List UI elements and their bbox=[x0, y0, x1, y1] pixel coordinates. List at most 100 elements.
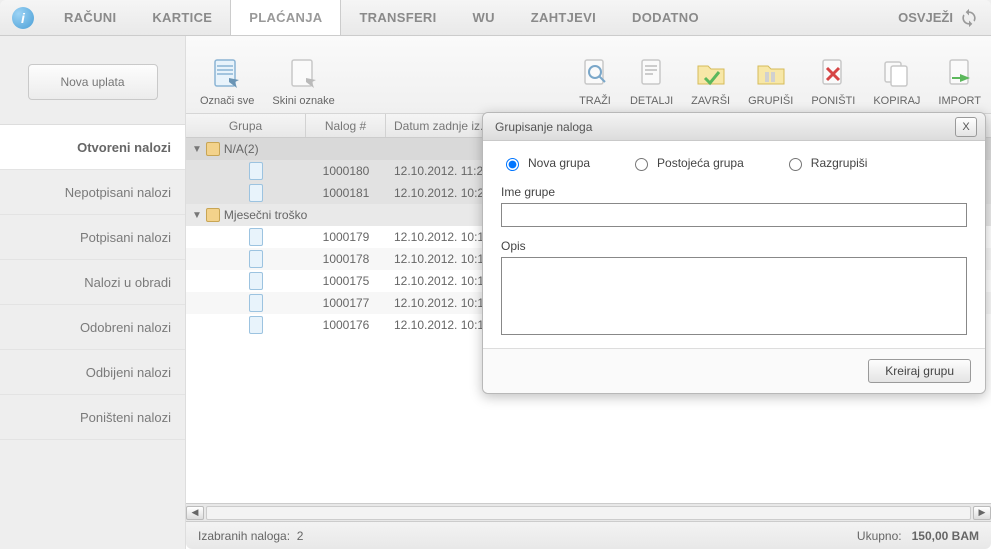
import-button[interactable]: IMPORT bbox=[938, 57, 981, 107]
copy-label: KOPIRAJ bbox=[873, 95, 920, 107]
nav-tabs: RAČUNI KARTICE PLAĆANJA TRANSFERI WU ZAH… bbox=[46, 0, 886, 35]
scroll-right-icon[interactable]: ▶ bbox=[973, 506, 991, 520]
nav-tab-placanja[interactable]: PLAĆANJA bbox=[230, 0, 341, 35]
finish-label: ZAVRŠI bbox=[691, 95, 730, 107]
create-group-button[interactable]: Kreiraj grupu bbox=[868, 359, 971, 383]
details-label: DETALJI bbox=[630, 95, 673, 107]
details-button[interactable]: DETALJI bbox=[630, 57, 673, 107]
sidebar-item-ponisteni[interactable]: Poništeni nalozi bbox=[0, 395, 185, 440]
radio-ungroup-label: Razgrupiši bbox=[811, 156, 868, 170]
deselect-label: Skini oznake bbox=[272, 95, 334, 107]
page-icon bbox=[249, 250, 263, 268]
radio-existing-group[interactable]: Postojeća grupa bbox=[630, 155, 744, 171]
top-nav: i RAČUNI KARTICE PLAĆANJA TRANSFERI WU Z… bbox=[0, 0, 991, 36]
details-icon bbox=[635, 57, 669, 91]
cell-order: 1000177 bbox=[306, 292, 386, 314]
nav-tab-wu[interactable]: WU bbox=[455, 0, 513, 35]
col-order[interactable]: Nalog # bbox=[306, 114, 386, 137]
refresh-button[interactable]: OSVJEŽI bbox=[886, 8, 991, 28]
sidebar-item-nepotpisani[interactable]: Nepotpisani nalozi bbox=[0, 170, 185, 215]
page-icon bbox=[249, 228, 263, 246]
refresh-icon bbox=[959, 8, 979, 28]
radio-new-input[interactable] bbox=[506, 158, 519, 171]
sidebar-item-odobreni[interactable]: Odobreni nalozi bbox=[0, 305, 185, 350]
select-all-icon bbox=[210, 57, 244, 91]
group-mode-radios: Nova grupa Postojeća grupa Razgrupiši bbox=[501, 155, 967, 171]
nav-tab-zahtjevi[interactable]: ZAHTJEVI bbox=[513, 0, 614, 35]
search-icon bbox=[578, 57, 612, 91]
cancel-button[interactable]: PONIŠTI bbox=[811, 57, 855, 107]
cell-order: 1000178 bbox=[306, 248, 386, 270]
selected-label: Izabranih naloga: bbox=[198, 529, 290, 543]
group-name: N/A(2) bbox=[224, 142, 259, 156]
group-button[interactable]: GRUPIŠI bbox=[748, 57, 793, 107]
side-menu: Otvoreni nalozi Nepotpisani nalozi Potpi… bbox=[0, 124, 185, 440]
nav-tab-transferi[interactable]: TRANSFERI bbox=[341, 0, 454, 35]
radio-existing-input[interactable] bbox=[635, 158, 648, 171]
collapse-icon: ▼ bbox=[192, 210, 202, 221]
nav-tab-dodatno[interactable]: DODATNO bbox=[614, 0, 717, 35]
horizontal-scrollbar[interactable]: ◀ ▶ bbox=[186, 503, 991, 521]
check-folder-icon bbox=[694, 57, 728, 91]
sidebar-item-potpisani[interactable]: Potpisani nalozi bbox=[0, 215, 185, 260]
group-dialog: Grupisanje naloga X Nova grupa Postojeća… bbox=[482, 112, 986, 394]
refresh-label: OSVJEŽI bbox=[898, 10, 953, 25]
col-group[interactable]: Grupa bbox=[186, 114, 306, 137]
cell-order: 1000175 bbox=[306, 270, 386, 292]
group-name: Mjesečni troško bbox=[224, 208, 307, 222]
radio-new-group[interactable]: Nova grupa bbox=[501, 155, 590, 171]
cell-order: 1000176 bbox=[306, 314, 386, 336]
sidebar-item-otvoreni[interactable]: Otvoreni nalozi bbox=[0, 125, 185, 170]
page-icon bbox=[249, 272, 263, 290]
copy-icon bbox=[880, 57, 914, 91]
package-icon bbox=[206, 208, 220, 222]
radio-ungroup[interactable]: Razgrupiši bbox=[784, 155, 868, 171]
radio-existing-label: Postojeća grupa bbox=[657, 156, 744, 170]
import-label: IMPORT bbox=[938, 95, 981, 107]
main-panel: Označi sve Skini oznake TRAŽI DETALJI bbox=[185, 36, 991, 549]
package-icon bbox=[206, 142, 220, 156]
group-name-input[interactable] bbox=[501, 203, 967, 227]
group-desc-input[interactable] bbox=[501, 257, 967, 335]
select-all-label: Označi sve bbox=[200, 95, 254, 107]
deselect-button[interactable]: Skini oznake bbox=[272, 57, 334, 107]
finish-button[interactable]: ZAVRŠI bbox=[691, 57, 730, 107]
select-all-button[interactable]: Označi sve bbox=[200, 57, 254, 107]
import-icon bbox=[943, 57, 977, 91]
cancel-icon bbox=[816, 57, 850, 91]
page-icon bbox=[249, 316, 263, 334]
group-name-label: Ime grupe bbox=[501, 185, 967, 199]
selected-count: 2 bbox=[297, 529, 304, 543]
toolbar: Označi sve Skini oznake TRAŽI DETALJI bbox=[186, 36, 991, 114]
search-label: TRAŽI bbox=[579, 95, 611, 107]
sidebar-item-odbijeni[interactable]: Odbijeni nalozi bbox=[0, 350, 185, 395]
page-icon bbox=[249, 184, 263, 202]
cancel-label: PONIŠTI bbox=[811, 95, 855, 107]
sidebar-item-obrada[interactable]: Nalozi u obradi bbox=[0, 260, 185, 305]
new-payment-button[interactable]: Nova uplata bbox=[28, 64, 158, 100]
collapse-icon: ▼ bbox=[192, 144, 202, 155]
cell-order: 1000180 bbox=[306, 160, 386, 182]
radio-new-label: Nova grupa bbox=[528, 156, 590, 170]
group-desc-label: Opis bbox=[501, 239, 967, 253]
dialog-titlebar[interactable]: Grupisanje naloga X bbox=[483, 113, 985, 141]
total-label: Ukupno: bbox=[857, 529, 902, 543]
info-icon[interactable]: i bbox=[12, 7, 34, 29]
total-value: 150,00 BAM bbox=[912, 529, 979, 543]
page-icon bbox=[249, 294, 263, 312]
deselect-icon bbox=[287, 57, 321, 91]
copy-button[interactable]: KOPIRAJ bbox=[873, 57, 920, 107]
group-folder-icon bbox=[754, 57, 788, 91]
cell-order: 1000181 bbox=[306, 182, 386, 204]
scroll-left-icon[interactable]: ◀ bbox=[186, 506, 204, 520]
cell-order: 1000179 bbox=[306, 226, 386, 248]
nav-tab-kartice[interactable]: KARTICE bbox=[134, 0, 230, 35]
radio-ungroup-input[interactable] bbox=[789, 158, 802, 171]
nav-tab-racuni[interactable]: RAČUNI bbox=[46, 0, 134, 35]
scroll-track[interactable] bbox=[206, 506, 971, 520]
dialog-close-button[interactable]: X bbox=[955, 117, 977, 137]
page-icon bbox=[249, 162, 263, 180]
left-column: Nova uplata Otvoreni nalozi Nepotpisani … bbox=[0, 36, 185, 549]
search-button[interactable]: TRAŽI bbox=[578, 57, 612, 107]
group-label: GRUPIŠI bbox=[748, 95, 793, 107]
